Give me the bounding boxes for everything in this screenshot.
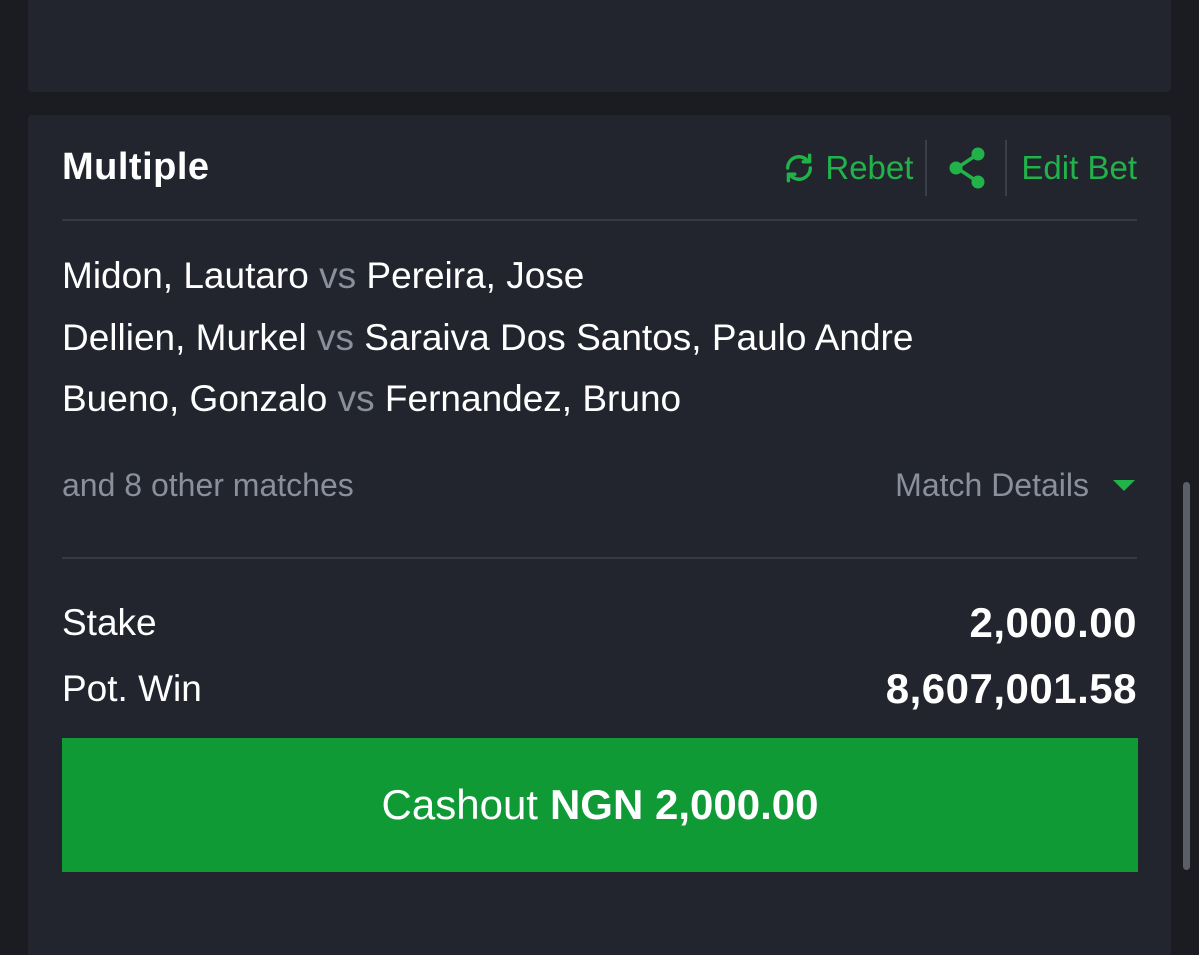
match-row: Dellien, Murkel vs Saraiva Dos Santos, P… [62, 310, 1137, 372]
match-list: Midon, Lautaro vs Pereira, Jose Dellien,… [62, 248, 1137, 433]
vs-label: vs [337, 378, 375, 419]
cashout-label: Cashout [381, 781, 538, 828]
away-team: Saraiva Dos Santos, Paulo Andre [364, 316, 914, 358]
bet-actions: Rebet Edit Bet [782, 139, 1137, 196]
match-row: Midon, Lautaro vs Pereira, Jose [62, 248, 1137, 310]
pot-win-row: Pot. Win 8,607,001.58 [62, 661, 1137, 717]
pot-win-value: 8,607,001.58 [885, 665, 1137, 712]
stake-label: Stake [62, 602, 157, 643]
home-team: Dellien, Murkel [62, 316, 307, 358]
share-button[interactable] [927, 146, 1005, 190]
vs-label: vs [319, 255, 357, 296]
stake-value: 2,000.00 [969, 599, 1137, 646]
previous-bet-card [28, 0, 1171, 92]
edit-bet-button[interactable]: Edit Bet [1007, 149, 1137, 187]
home-team: Midon, Lautaro [62, 255, 309, 296]
cashout-button[interactable]: Cashout NGN 2,000.00 [62, 738, 1138, 872]
refresh-icon [782, 151, 825, 185]
header-divider [62, 219, 1137, 221]
other-matches-text: and 8 other matches [62, 466, 354, 503]
other-matches-row: and 8 other matches Match Details [62, 460, 1137, 510]
rebet-label: Rebet [825, 148, 914, 186]
away-team: Fernandez, Bruno [384, 378, 682, 419]
cashout-amount: NGN 2,000.00 [549, 781, 819, 828]
stake-row: Stake 2,000.00 [62, 595, 1137, 651]
bet-card-multiple: Multiple Rebet Edit Bet Midon, Lautaro v… [28, 115, 1171, 955]
details-divider [62, 557, 1137, 559]
rebet-button[interactable]: Rebet [782, 149, 925, 187]
scrollbar[interactable] [1183, 482, 1190, 870]
match-row: Bueno, Gonzalo vs Fernandez, Bruno [62, 371, 1137, 433]
home-team: Bueno, Gonzalo [62, 378, 328, 419]
share-icon [947, 146, 987, 190]
away-team: Pereira, Jose [366, 255, 585, 296]
pot-win-label: Pot. Win [62, 668, 202, 709]
match-details-label: Match Details [895, 466, 1089, 503]
bet-type-title: Multiple [62, 146, 210, 188]
match-details-toggle[interactable]: Match Details [895, 467, 1137, 504]
vs-label: vs [316, 316, 354, 358]
caret-down-icon [1113, 479, 1135, 491]
bet-card-header: Multiple Rebet Edit Bet [62, 115, 1137, 220]
